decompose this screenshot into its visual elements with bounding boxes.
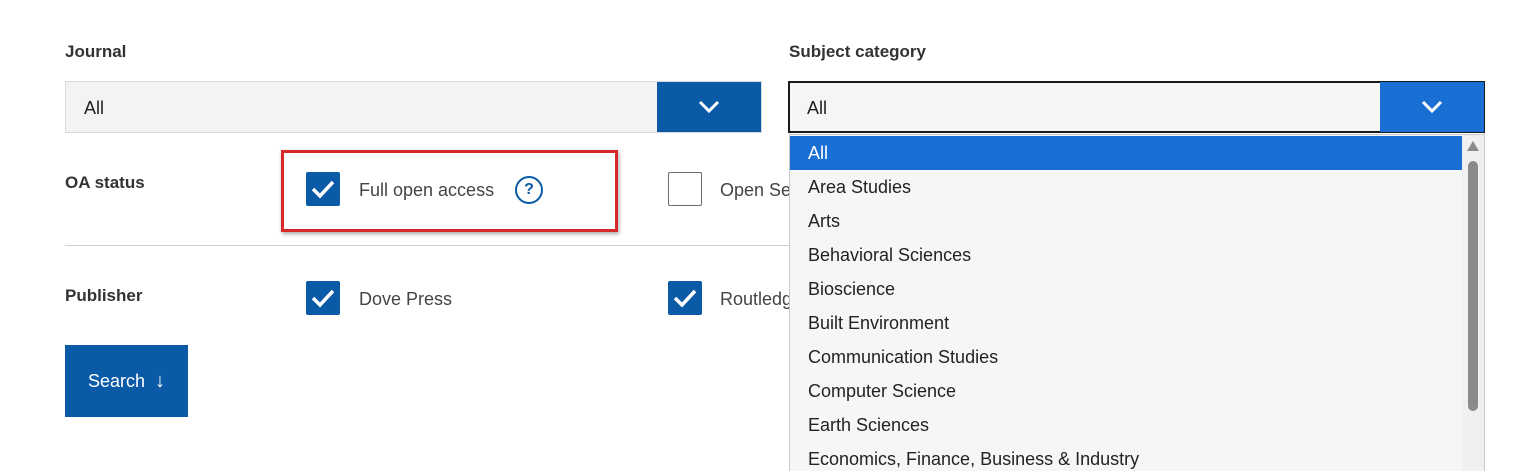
oa-status-label: OA status xyxy=(65,173,145,192)
chevron-down-icon xyxy=(698,100,720,114)
dropdown-option[interactable]: Bioscience xyxy=(790,272,1462,306)
dropdown-option[interactable]: Arts xyxy=(790,204,1462,238)
dove-press-checkbox[interactable] xyxy=(306,281,340,315)
section-divider xyxy=(65,245,790,246)
dropdown-option[interactable]: Computer Science xyxy=(790,374,1462,408)
dropdown-option-all[interactable]: All xyxy=(790,136,1462,170)
dove-press-label[interactable]: Dove Press xyxy=(359,289,452,310)
routledge-checkbox[interactable] xyxy=(668,281,702,315)
dropdown-option[interactable]: Area Studies xyxy=(790,170,1462,204)
scroll-up-arrow-icon[interactable] xyxy=(1467,141,1479,151)
dropdown-option[interactable]: Earth Sciences xyxy=(790,408,1462,442)
subject-category-label: Subject category xyxy=(789,42,926,61)
dropdown-option[interactable]: Behavioral Sciences xyxy=(790,238,1462,272)
subject-category-select[interactable]: All xyxy=(788,81,1485,133)
search-button-label: Search xyxy=(87,370,146,391)
highlight-box xyxy=(281,150,618,232)
publisher-label: Publisher xyxy=(65,286,143,305)
dropdown-option[interactable]: Communication Studies xyxy=(790,340,1462,374)
scrollbar-thumb[interactable] xyxy=(1468,161,1478,411)
routledge-label[interactable]: Routledg xyxy=(720,289,792,310)
dropdown-option[interactable]: Built Environment xyxy=(790,306,1462,340)
chevron-down-icon xyxy=(1421,100,1443,114)
dropdown-option[interactable]: Economics, Finance, Business & Industry xyxy=(790,442,1462,471)
open-select-label[interactable]: Open Se xyxy=(720,180,791,201)
journal-select-toggle[interactable] xyxy=(657,82,761,132)
checkmark-icon xyxy=(673,289,697,308)
subject-category-select-value: All xyxy=(807,98,828,118)
open-select-checkbox[interactable] xyxy=(668,172,702,206)
subject-category-dropdown[interactable]: All Area Studies Arts Behavioral Science… xyxy=(789,134,1485,471)
search-button[interactable]: Search ↓ xyxy=(65,345,188,417)
journal-select-value: All xyxy=(84,98,105,118)
dropdown-scrollbar[interactable] xyxy=(1462,135,1484,471)
arrow-down-icon: ↓ xyxy=(155,369,166,392)
journal-select[interactable]: All xyxy=(65,81,762,133)
subject-category-select-toggle[interactable] xyxy=(1380,82,1484,132)
checkmark-icon xyxy=(311,289,335,308)
journal-label: Journal xyxy=(65,42,127,61)
